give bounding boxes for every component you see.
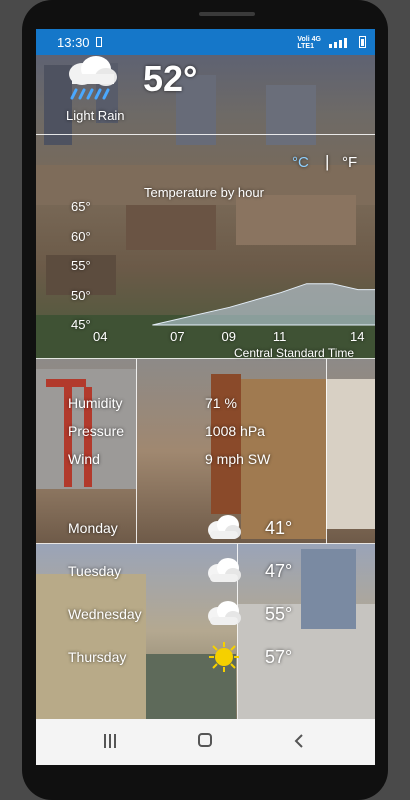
divider [326, 359, 327, 544]
network-lte: LTE1 [297, 43, 314, 50]
signal-icon [329, 38, 347, 48]
x-tick-label: 07 [170, 329, 185, 344]
battery-icon [359, 36, 366, 48]
x-tick-label: 09 [221, 329, 236, 344]
wind-label: Wind [68, 451, 100, 467]
pressure-label: Pressure [68, 423, 125, 439]
divider [36, 543, 375, 544]
navigation-bar [36, 719, 375, 765]
network-indicator: Voli 4G LTE1 [297, 36, 321, 50]
network-gen: 4G [311, 36, 321, 43]
recents-button[interactable] [104, 734, 118, 748]
humidity-value: 71 % [205, 395, 237, 411]
sun-icon [209, 642, 239, 672]
humidity-label: Humidity [68, 395, 123, 411]
y-tick-label: 50° [71, 287, 91, 303]
status-bar: 13:30 Voli 4G LTE1 [36, 29, 375, 55]
wind-value: 9 mph SW [205, 451, 271, 467]
app-screen: 13:30 Voli 4G LTE1 Light Rain 52° °C | °… [36, 29, 375, 765]
back-button[interactable] [294, 734, 304, 748]
forecast-temp-thursday: 57° [265, 647, 293, 667]
y-tick-label: 55° [71, 258, 91, 273]
forecast-day-tuesday: Tuesday [68, 563, 122, 579]
cloud-icon [208, 515, 241, 539]
divider [136, 359, 137, 544]
forecast-day-thursday: Thursday [68, 649, 127, 665]
y-tick-label: 60° [71, 228, 91, 244]
y-tick-label: 45° [71, 317, 91, 332]
forecast-temp-wednesday: 55° [265, 604, 293, 624]
timezone-label: Central Standard Time [234, 346, 355, 360]
y-tick-label: 65° [71, 199, 91, 214]
network-carrier: Voli [297, 36, 310, 43]
home-button[interactable] [198, 733, 212, 747]
status-time: 13:30 [57, 35, 90, 50]
x-tick-label: 04 [93, 329, 108, 344]
cloud-icon [208, 601, 241, 625]
forecast-temp-tuesday: 47° [265, 561, 293, 581]
x-tick-label: 11 [272, 329, 287, 344]
battery-saver-icon [96, 37, 102, 47]
x-tick-label: 14 [350, 329, 365, 344]
forecast-temp-monday: 41° [265, 518, 293, 538]
speaker-grille [199, 12, 255, 16]
temperature-area [152, 283, 375, 326]
cloud-icon [208, 558, 241, 582]
forecast-day-wednesday: Wednesday [68, 606, 142, 622]
pressure-value: 1008 hPa [205, 423, 265, 439]
forecast-day-monday: Monday [68, 520, 118, 536]
